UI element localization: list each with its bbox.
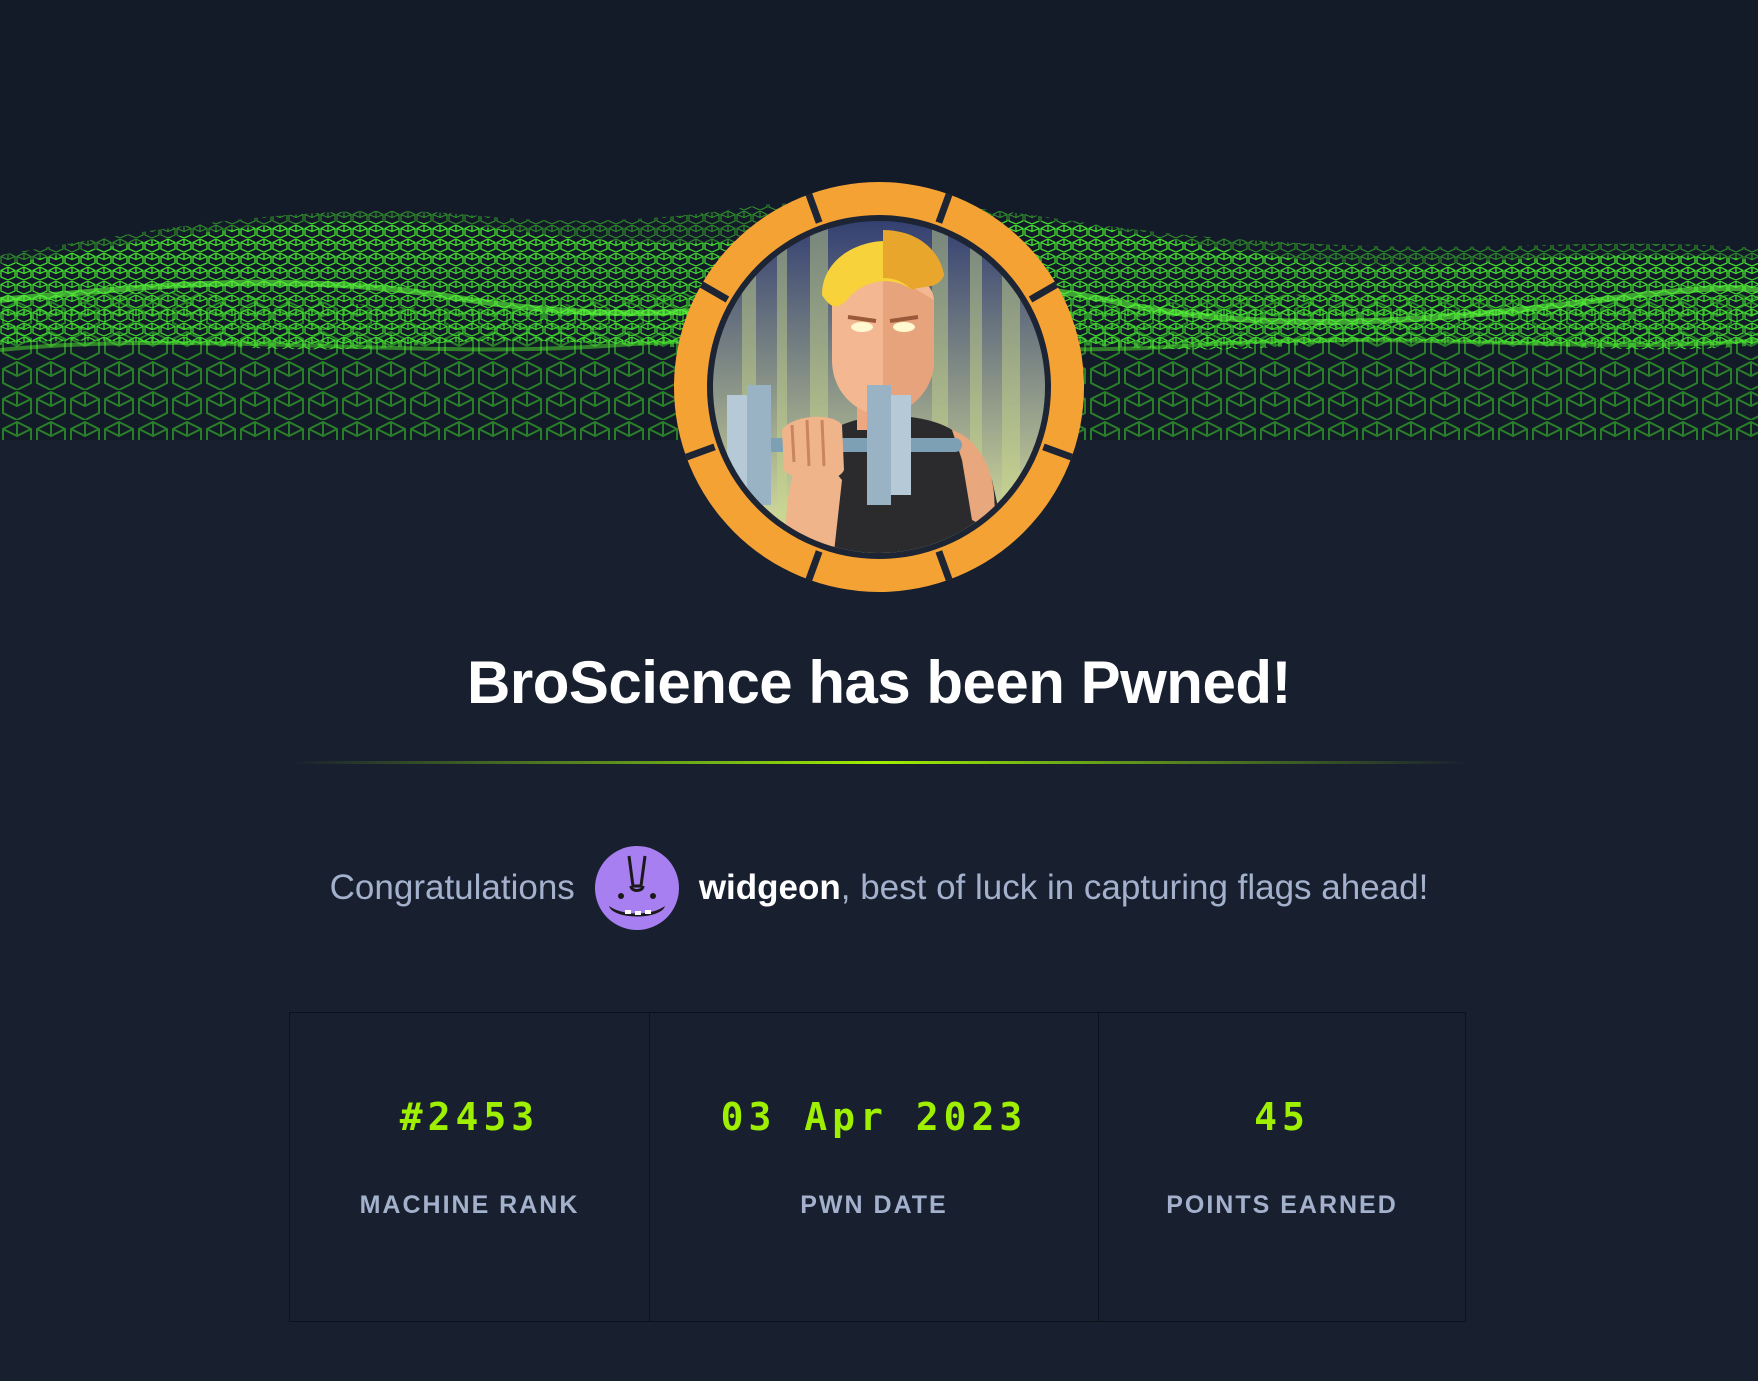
stat-machine-rank: #2453 MACHINE RANK xyxy=(290,1013,650,1321)
user-avatar-icon[interactable] xyxy=(594,846,679,930)
congrats-suffix: , best of luck in capturing flags ahead! xyxy=(840,868,1429,907)
stat-value: 45 xyxy=(1254,1095,1310,1139)
congrats-prefix: Congratulations xyxy=(329,868,575,907)
stat-label: POINTS EARNED xyxy=(1166,1191,1398,1219)
stat-label: MACHINE RANK xyxy=(359,1191,580,1219)
stat-value: 03 Apr 2023 xyxy=(720,1095,1028,1139)
pwned-page: BroScience has been Pwned! Congratulatio… xyxy=(0,0,1758,1381)
machine-avatar-icon xyxy=(672,180,1086,594)
stat-value: #2453 xyxy=(399,1095,540,1139)
stat-pwn-date: 03 Apr 2023 PWN DATE xyxy=(650,1013,1099,1321)
stats-panel: #2453 MACHINE RANK 03 Apr 2023 PWN DATE … xyxy=(289,1012,1466,1322)
congrats-line: Congratulations widgeon , best of luck i… xyxy=(0,846,1758,930)
title-divider xyxy=(290,761,1468,764)
stat-points-earned: 45 POINTS EARNED xyxy=(1099,1013,1465,1321)
page-title: BroScience has been Pwned! xyxy=(467,649,1291,716)
stat-label: PWN DATE xyxy=(800,1191,948,1219)
username-link[interactable]: widgeon xyxy=(699,868,841,908)
